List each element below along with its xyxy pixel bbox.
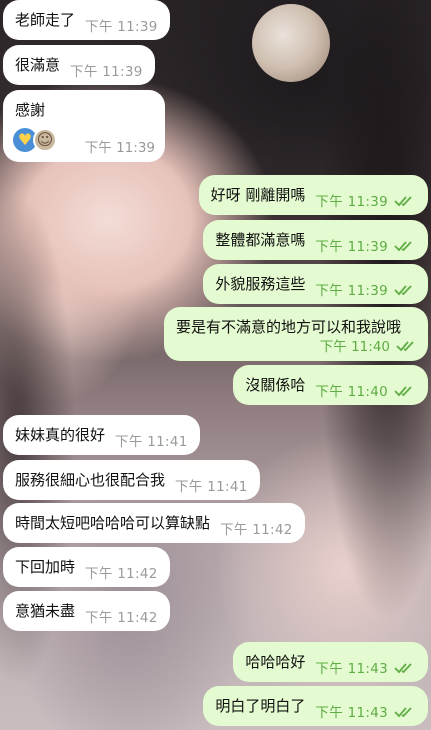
- message-text: 很滿意: [15, 56, 61, 74]
- message-time: 下午 11:42: [220, 522, 293, 538]
- message-time-status: 下午 11:43: [315, 701, 416, 721]
- photo-sticker-icon[interactable]: ☺: [33, 128, 57, 152]
- message-time: 下午 11:39: [315, 239, 388, 255]
- message-time: 下午 11:40: [319, 339, 390, 355]
- message-time-status: 下午 11:43: [315, 657, 416, 677]
- message-time: 下午 11:43: [315, 705, 388, 721]
- message-text: 好呀 剛離開嗎: [210, 186, 306, 204]
- message-time: 下午 11:39: [315, 283, 388, 299]
- message-text: 意猶未盡: [15, 602, 76, 620]
- message-time: 下午 11:41: [115, 434, 188, 450]
- message-text: 整體都滿意嗎: [215, 231, 306, 249]
- read-check-icon: [396, 341, 414, 352]
- message-time: 下午 11:40: [315, 384, 388, 400]
- read-check-icon: [394, 285, 412, 296]
- outgoing-message[interactable]: 好呀 剛離開嗎 下午 11:39: [198, 175, 428, 215]
- message-time: 下午 11:41: [175, 479, 248, 495]
- outgoing-message[interactable]: 外貌服務這些 下午 11:39: [203, 264, 428, 304]
- message-time: 下午 11:39: [70, 64, 143, 80]
- message-time: 下午 11:42: [85, 610, 158, 626]
- incoming-message[interactable]: 時間太短吧哈哈哈可以算缺點 下午 11:42: [3, 503, 305, 543]
- outgoing-message[interactable]: 沒關係哈 下午 11:40: [233, 365, 428, 405]
- message-time: 下午 11:42: [85, 566, 158, 582]
- sticker-row: ♥ ☺: [13, 128, 57, 152]
- outgoing-message[interactable]: 整體都滿意嗎 下午 11:39: [203, 220, 428, 260]
- message-text: 妹妹真的很好: [15, 426, 106, 444]
- outgoing-message[interactable]: 明白了明白了 下午 11:43: [203, 686, 428, 726]
- outgoing-message[interactable]: 要是有不滿意的地方可以和我說哦 下午 11:40: [164, 307, 428, 361]
- message-text: 外貌服務這些: [215, 275, 306, 293]
- message-list[interactable]: 老師走了 下午 11:39 很滿意 下午 11:39 感謝 ♥ ☺ 下午 11:39…: [0, 0, 431, 730]
- message-time: 下午 11:39: [315, 194, 388, 210]
- message-time-status: 下午 11:39: [315, 235, 416, 255]
- incoming-message[interactable]: 很滿意 下午 11:39: [3, 45, 155, 85]
- message-time: 下午 11:43: [315, 661, 388, 677]
- message-time-status: 下午 11:40: [320, 335, 418, 355]
- message-text: 服務很細心也很配合我: [15, 471, 166, 489]
- read-check-icon: [394, 241, 412, 252]
- incoming-message[interactable]: 妹妹真的很好 下午 11:41: [3, 415, 200, 455]
- message-text: 時間太短吧哈哈哈可以算缺點: [15, 514, 211, 532]
- read-check-icon: [394, 663, 412, 674]
- incoming-message[interactable]: 感謝 ♥ ☺ 下午 11:39: [3, 90, 165, 162]
- read-check-icon: [394, 386, 412, 397]
- message-time-status: 下午 11:39: [315, 279, 416, 299]
- message-time: 下午 11:39: [85, 19, 158, 35]
- message-text: 下回加時: [15, 558, 76, 576]
- message-time: 下午 11:39: [84, 140, 155, 156]
- read-check-icon: [394, 707, 412, 718]
- outgoing-message[interactable]: 哈哈哈好 下午 11:43: [233, 642, 428, 682]
- message-text: 明白了明白了: [215, 697, 306, 715]
- message-time-status: 下午 11:40: [315, 380, 416, 400]
- message-text: 感謝: [15, 101, 46, 119]
- incoming-message[interactable]: 服務很細心也很配合我 下午 11:41: [3, 460, 260, 500]
- message-text: 哈哈哈好: [245, 653, 306, 671]
- message-time-status: 下午 11:39: [315, 190, 416, 210]
- incoming-message[interactable]: 老師走了 下午 11:39: [3, 0, 170, 40]
- incoming-message[interactable]: 意猶未盡 下午 11:42: [3, 591, 170, 631]
- message-text: 要是有不滿意的地方可以和我說哦: [176, 318, 402, 336]
- message-text: 沒關係哈: [245, 376, 306, 394]
- incoming-message[interactable]: 下回加時 下午 11:42: [3, 547, 170, 587]
- message-text: 老師走了: [15, 11, 76, 29]
- read-check-icon: [394, 196, 412, 207]
